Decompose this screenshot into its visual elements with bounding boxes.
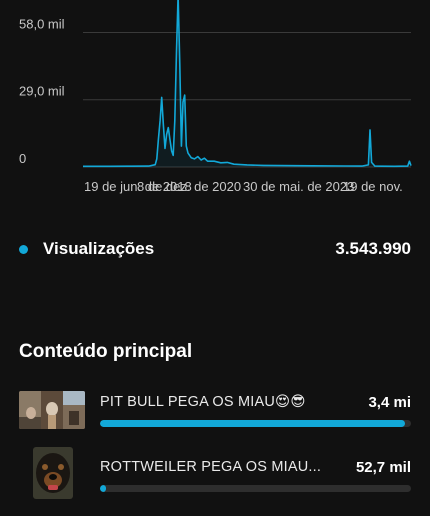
y-tick-label: 58,0 mil <box>19 16 65 31</box>
y-tick-label: 29,0 mil <box>19 84 65 99</box>
content-item-progress <box>100 420 411 427</box>
x-tick-label: 30 de mai. de 2023 <box>243 179 354 194</box>
views-chart[interactable]: 58,0 mil29,0 mil0 19 de jun. de 20188 de… <box>0 0 430 200</box>
section-title: Conteúdo principal <box>19 341 193 362</box>
video-thumbnail[interactable] <box>33 447 73 499</box>
content-item-progress <box>100 485 411 492</box>
content-item-title: ROTTWEILER PEGA OS MIAU... <box>100 459 322 475</box>
x-tick-label: 19 de nov. <box>343 179 403 194</box>
video-thumbnail[interactable] <box>19 391 85 429</box>
series-dot-icon <box>19 244 28 254</box>
metric-label: Visualizações <box>43 239 155 258</box>
content-item-value: 52,7 mil <box>355 459 411 476</box>
views-chart-area <box>83 0 411 167</box>
y-tick-label: 0 <box>19 151 26 166</box>
views-chart-line <box>83 0 412 168</box>
content-item-title: PIT BULL PEGA OS MIAU😍😎 <box>100 394 306 410</box>
content-item[interactable]: PIT BULL PEGA OS MIAU😍😎 3,4 mi <box>19 388 411 448</box>
x-tick-label: 8 de dez. de 2020 <box>137 179 241 194</box>
content-item[interactable]: ROTTWEILER PEGA OS MIAU... 52,7 mil <box>19 447 411 507</box>
metric-value: 3.543.990 <box>335 239 411 258</box>
metric-row-views[interactable]: Visualizações 3.543.990 <box>19 236 411 262</box>
content-item-progress-fill <box>100 420 405 427</box>
content-item-value: 3,4 mi <box>368 394 411 411</box>
content-item-progress-fill <box>100 485 107 492</box>
